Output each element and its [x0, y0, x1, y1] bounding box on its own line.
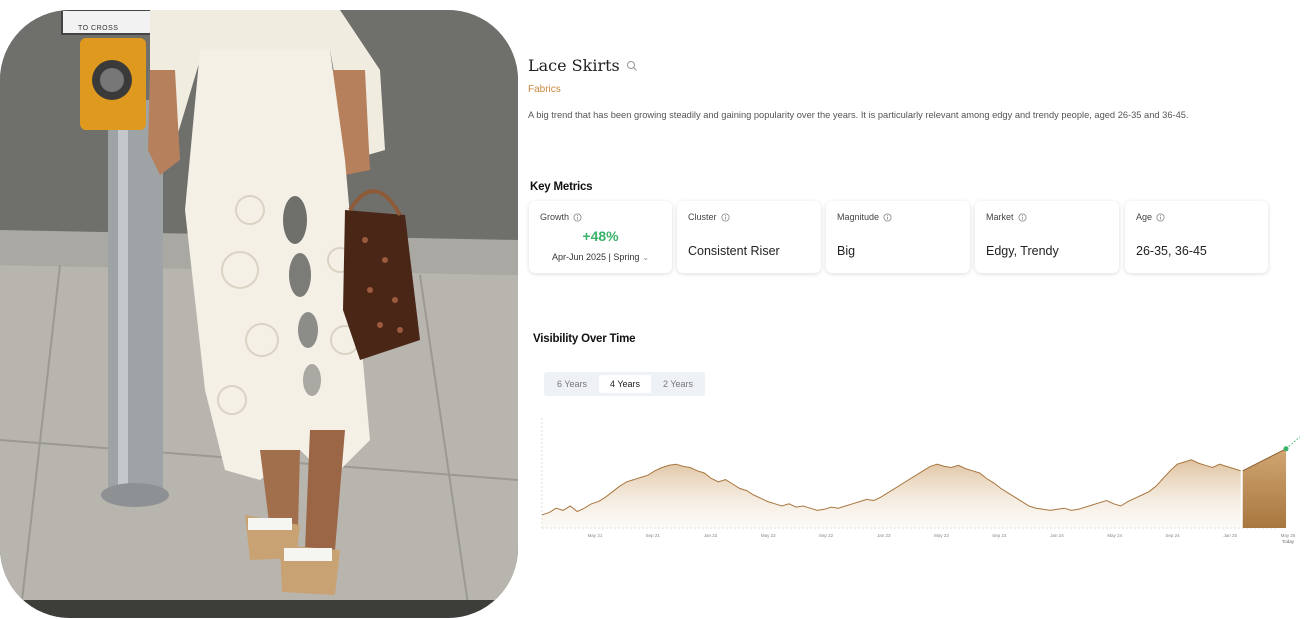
x-tick-label: Jan 25: [1223, 533, 1237, 538]
market-value: Edgy, Trendy: [986, 244, 1059, 258]
x-tick-label: May 24: [1107, 533, 1122, 538]
trend-description: A big trend that has been growing steadi…: [528, 110, 1189, 120]
magnitude-label: Magnitude: [837, 212, 880, 222]
cluster-value: Consistent Riser: [688, 244, 780, 258]
title-row: Lace Skirts: [528, 56, 638, 75]
info-icon[interactable]: [883, 212, 892, 222]
series-area: [542, 459, 1241, 528]
visibility-chart-svg: May 21 Sep 21 Jan 22 May 22 Sep 22 Jan 23 May …: [541, 418, 1301, 544]
market-card: Market Edgy, Trendy: [975, 201, 1119, 273]
x-tick-label: May 21: [588, 533, 603, 538]
x-tick-label: Jan 22: [704, 533, 718, 538]
today-projection-area: [1242, 448, 1286, 528]
market-label: Market: [986, 212, 1014, 222]
age-value: 26-35, 36-45: [1136, 244, 1207, 258]
today-label: Today: [1282, 539, 1295, 544]
x-tick-label: May 22: [761, 533, 776, 538]
crossing-sign-text: TO CROSS: [78, 25, 119, 32]
info-icon[interactable]: [1018, 212, 1027, 222]
chevron-down-icon: ⌄: [642, 253, 650, 262]
trend-category[interactable]: Fabrics: [528, 84, 561, 95]
age-label: Age: [1136, 212, 1153, 222]
tab-2-years[interactable]: 2 Years: [653, 375, 703, 393]
x-tick-label: Sep 21: [646, 533, 661, 538]
visibility-chart: May 21 Sep 21 Jan 22 May 22 Sep 22 Jan 23 May …: [540, 410, 1316, 560]
key-metrics-heading: Key Metrics: [530, 181, 593, 193]
x-tick-label: Sep 22: [819, 533, 834, 538]
range-tabs: 6 Years 4 Years 2 Years: [544, 372, 705, 396]
info-icon[interactable]: [573, 212, 582, 222]
info-icon[interactable]: [1156, 212, 1165, 222]
age-card: Age 26-35, 36-45: [1125, 201, 1268, 273]
growth-value: +48%: [582, 228, 619, 244]
x-tick-label: May 23: [934, 533, 949, 538]
trend-detail-panel: Lace Skirts Fabrics A big trend that has…: [528, 0, 1316, 619]
magnitude-card: Magnitude Big: [826, 201, 970, 273]
growth-label: Growth: [540, 212, 582, 222]
cluster-card: Cluster Consistent Riser: [677, 201, 821, 273]
x-tick-label: Jan 24: [1050, 533, 1064, 538]
tab-6-years[interactable]: 6 Years: [547, 375, 597, 393]
search-icon[interactable]: [626, 60, 638, 72]
growth-card: Growth +48% Apr-Jun 2025 | Spring ⌄: [529, 201, 672, 273]
street-photo-illustration: [0, 10, 518, 618]
x-tick-label: Sep 24: [1165, 533, 1180, 538]
magnitude-value: Big: [837, 244, 856, 258]
cluster-label: Cluster: [688, 212, 717, 222]
trend-photo: TO CROSS: [0, 10, 518, 618]
forecast-line: [1285, 436, 1301, 450]
info-icon[interactable]: [721, 212, 730, 222]
growth-period-select[interactable]: Apr-Jun 2025 | Spring ⌄: [529, 252, 672, 262]
tab-4-years[interactable]: 4 Years: [599, 375, 651, 393]
x-tick-label: Jan 23: [877, 533, 891, 538]
x-tick-label: May 25: [1281, 533, 1296, 538]
x-tick-label: Sep 23: [992, 533, 1007, 538]
trend-title: Lace Skirts: [528, 56, 620, 75]
visibility-heading: Visibility Over Time: [533, 333, 636, 345]
